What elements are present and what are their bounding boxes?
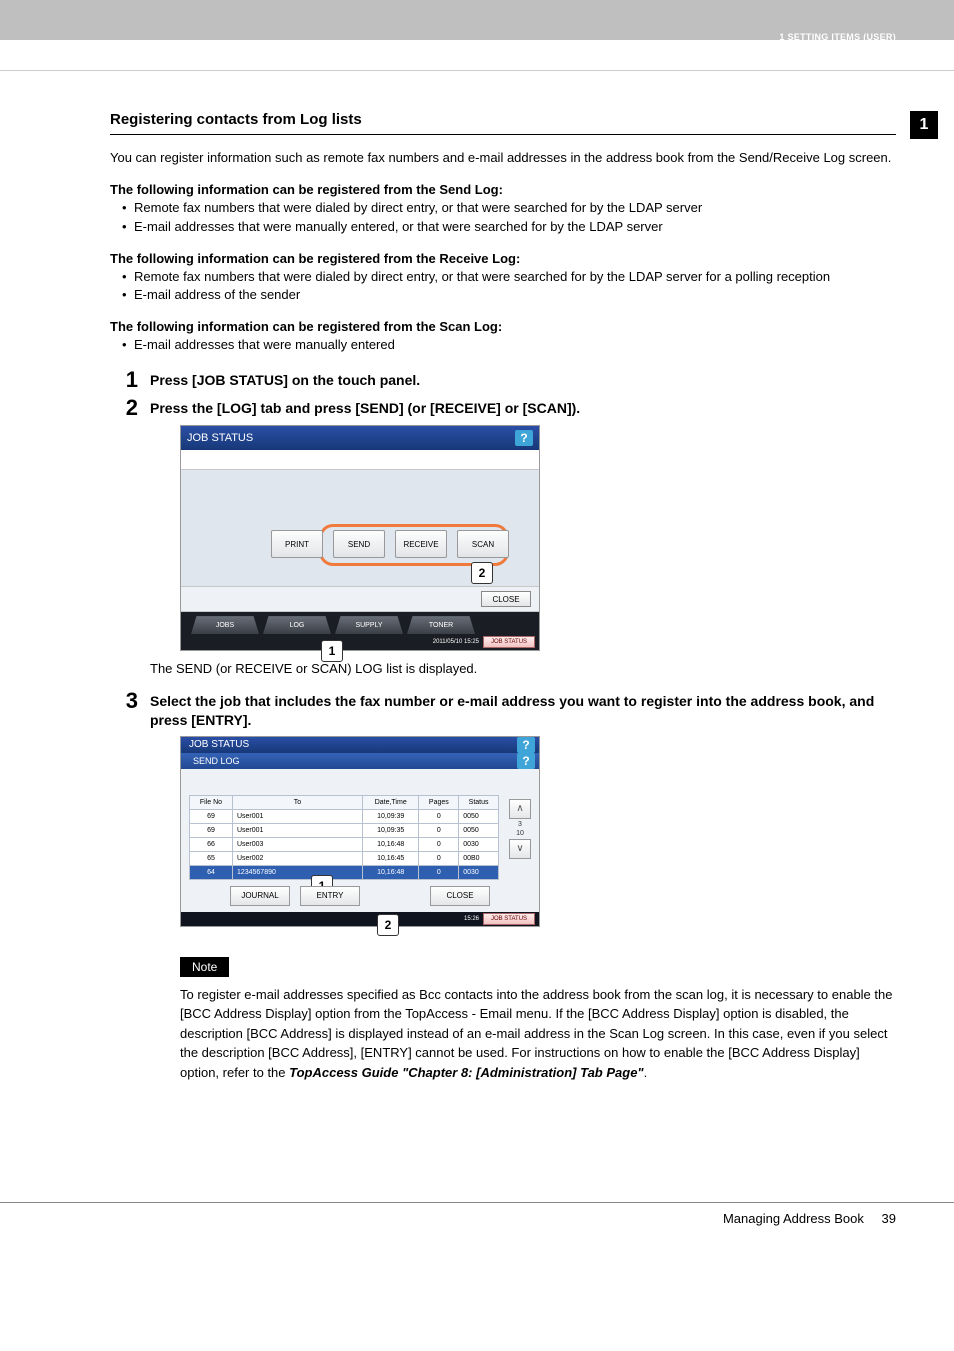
step2-caption: The SEND (or RECEIVE or SCAN) LOG list i… xyxy=(150,661,896,676)
print-button[interactable]: PRINT xyxy=(271,530,323,558)
job-status-panel: JOB STATUS ? PRINT SEND RECEIVE SCAN 2 C… xyxy=(180,425,540,651)
send-log-table: File No To Date,Time Pages Status 69 Use… xyxy=(189,795,499,880)
step-text-2: Press the [LOG] tab and press [SEND] (or… xyxy=(150,397,896,418)
table-row[interactable]: 69 User001 10,09:35 0 0050 xyxy=(190,823,499,837)
note-text: To register e-mail addresses specified a… xyxy=(180,985,896,1083)
list-item: Remote fax numbers that were dialed by d… xyxy=(122,268,896,287)
col-date-time: Date,Time xyxy=(362,795,419,809)
help-icon[interactable]: ? xyxy=(517,753,535,769)
table-row[interactable]: 65 User002 10,16:45 0 00B0 xyxy=(190,851,499,865)
scroll-down-icon[interactable]: ∨ xyxy=(509,839,531,859)
scroll-up-icon[interactable]: ∧ xyxy=(509,799,531,819)
job-status-button[interactable]: JOB STATUS xyxy=(483,636,535,648)
entry-button[interactable]: ENTRY xyxy=(300,886,360,906)
page-footer: Managing Address Book 39 xyxy=(0,1202,954,1256)
step-number-3: 3 xyxy=(110,690,150,712)
list-item: E-mail address of the sender xyxy=(122,286,896,305)
help-icon[interactable]: ? xyxy=(517,737,535,753)
panel-title: JOB STATUS xyxy=(189,739,249,750)
list-item: E-mail addresses that were manually ente… xyxy=(122,336,896,355)
note-label: Note xyxy=(180,957,229,977)
col-pages: Pages xyxy=(419,795,459,809)
help-icon[interactable]: ? xyxy=(515,430,533,446)
job-status-button[interactable]: JOB STATUS xyxy=(483,913,535,925)
col-to: To xyxy=(232,795,362,809)
step-text-3: Select the job that includes the fax num… xyxy=(150,690,896,730)
step-number-2: 2 xyxy=(110,397,150,419)
list-item: E-mail addresses that were manually ente… xyxy=(122,218,896,237)
tab-log[interactable]: LOG xyxy=(263,616,331,634)
scan-log-heading: The following information can be registe… xyxy=(110,319,896,334)
callout-2: 2 xyxy=(377,914,399,936)
table-row-selected[interactable]: 64 1234567890 10,16:48 0 0030 xyxy=(190,865,499,879)
close-button[interactable]: CLOSE xyxy=(430,886,490,906)
scan-button[interactable]: SCAN xyxy=(457,530,509,558)
intro-paragraph: You can register information such as rem… xyxy=(110,149,896,168)
send-log-panel: JOB STATUS ? SEND LOG ? File No To Date,… xyxy=(180,736,540,927)
tab-toner[interactable]: TONER xyxy=(407,616,475,634)
step-text-1: Press [JOB STATUS] on the touch panel. xyxy=(150,369,896,390)
footer-page-number: 39 xyxy=(882,1211,896,1226)
receive-log-list: Remote fax numbers that were dialed by d… xyxy=(110,268,896,306)
col-status: Status xyxy=(459,795,499,809)
scan-log-list: E-mail addresses that were manually ente… xyxy=(110,336,896,355)
callout-2: 2 xyxy=(471,562,493,584)
step-number-1: 1 xyxy=(110,369,150,391)
datetime-label: 15:26 xyxy=(464,916,479,922)
table-row[interactable]: 69 User001 10,09:39 0 0050 xyxy=(190,809,499,823)
col-file-no: File No xyxy=(190,795,233,809)
close-button[interactable]: CLOSE xyxy=(481,591,531,607)
callout-1: 1 xyxy=(321,640,343,662)
table-row[interactable]: 66 User003 10,16:48 0 0030 xyxy=(190,837,499,851)
tab-supply[interactable]: SUPPLY xyxy=(335,616,403,634)
send-log-heading: The following information can be registe… xyxy=(110,182,896,197)
send-log-list: Remote fax numbers that were dialed by d… xyxy=(110,199,896,237)
send-button[interactable]: SEND xyxy=(333,530,385,558)
scroll-page: 3 xyxy=(509,821,531,828)
tab-jobs[interactable]: JOBS xyxy=(191,616,259,634)
scroll-total: 10 xyxy=(509,830,531,837)
chapter-tab: 1 xyxy=(910,111,938,139)
section-title: Registering contacts from Log lists xyxy=(110,111,896,135)
panel-title: JOB STATUS xyxy=(187,432,253,444)
footer-section: Managing Address Book xyxy=(723,1211,864,1226)
running-head: 1 SETTING ITEMS (USER) xyxy=(779,32,896,42)
note-reference: TopAccess Guide "Chapter 8: [Administrat… xyxy=(289,1065,643,1080)
journal-button[interactable]: JOURNAL xyxy=(230,886,290,906)
list-item: Remote fax numbers that were dialed by d… xyxy=(122,199,896,218)
panel-subtitle: SEND LOG xyxy=(193,756,240,766)
receive-button[interactable]: RECEIVE xyxy=(395,530,447,558)
receive-log-heading: The following information can be registe… xyxy=(110,251,896,266)
